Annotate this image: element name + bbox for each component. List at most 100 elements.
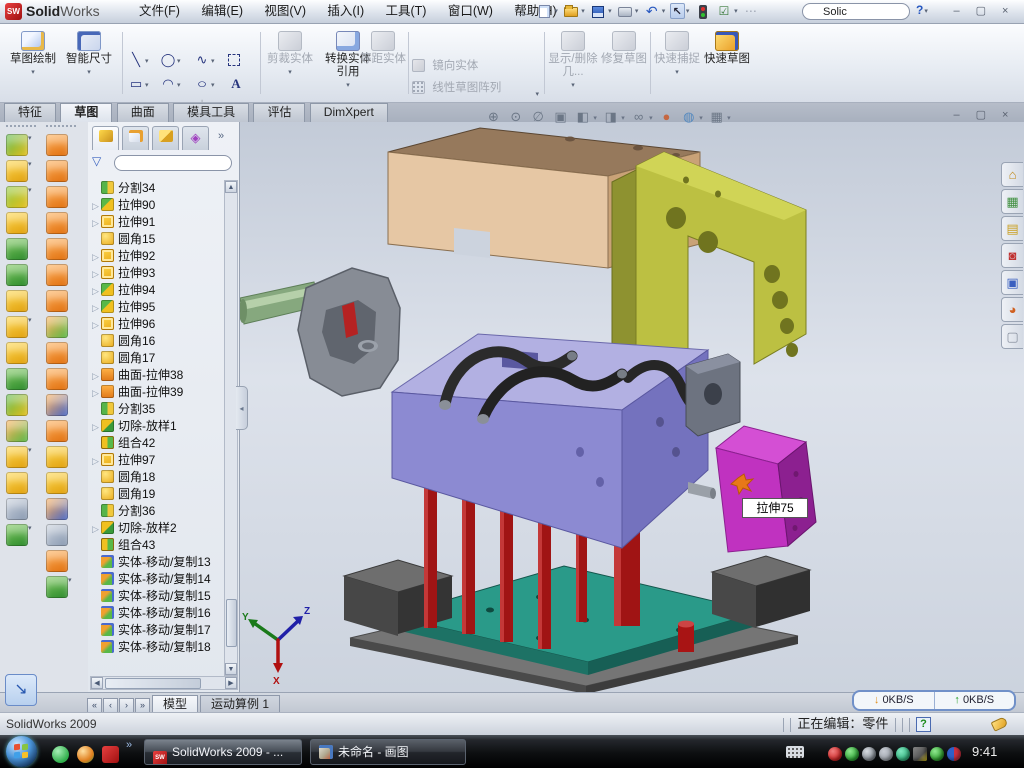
curve-icon[interactable]	[6, 524, 28, 546]
tree-item[interactable]: 组合42	[90, 435, 222, 452]
split-line-icon[interactable]	[46, 472, 68, 494]
reference-geometry-icon[interactable]	[6, 498, 28, 520]
nav-last-button[interactable]: »	[135, 698, 150, 713]
section-view-icon[interactable]: ▣	[551, 106, 570, 128]
taskbar-button-solidworks[interactable]: SWSolidWorks 2009 - ...	[144, 739, 302, 765]
options-icon[interactable]: ☑	[715, 3, 733, 19]
save-icon[interactable]	[589, 3, 607, 19]
extruded-boss-icon[interactable]	[6, 134, 28, 156]
move-surface-icon[interactable]	[46, 498, 68, 520]
swept-surface-icon[interactable]	[46, 134, 68, 156]
dome-icon[interactable]	[46, 576, 68, 598]
tray-volume-icon[interactable]	[879, 747, 893, 761]
expand-arrow[interactable]: ▷	[90, 453, 101, 470]
expand-arrow[interactable]: ▷	[90, 368, 101, 385]
input-language-icon[interactable]	[786, 746, 804, 758]
menu-tools[interactable]: 工具(T)	[377, 0, 436, 23]
expand-arrow[interactable]: ▷	[90, 385, 101, 402]
model-canvas[interactable]: Y Z X	[240, 122, 1024, 692]
line-tool-icon[interactable]: ╲	[128, 52, 144, 68]
tree-item[interactable]: ▷拉伸90	[90, 197, 222, 214]
taskpane-design-library-tab[interactable]: ▦	[1001, 189, 1023, 214]
tree-item[interactable]: 分割36	[90, 503, 222, 520]
menu-edit[interactable]: 编辑(E)	[192, 0, 252, 23]
expand-arrow[interactable]: ▷	[90, 419, 101, 436]
tree-item[interactable]: 实体-移动/复制17	[90, 622, 222, 639]
instant3d-button[interactable]: ↘	[5, 674, 37, 706]
quicklaunch-chevron[interactable]: »	[126, 739, 132, 751]
tree-item[interactable]: 分割34	[90, 180, 222, 197]
minimize-button[interactable]: –	[946, 4, 967, 20]
quicklaunch-app-icon[interactable]	[77, 746, 94, 763]
move-copy-body-icon[interactable]	[6, 420, 28, 442]
expand-arrow[interactable]: ▷	[90, 198, 101, 215]
tab-surfaces[interactable]: 曲面	[117, 103, 169, 122]
pin-toolbar-icon[interactable]: ⊥	[514, 3, 532, 19]
tab-dimxpert[interactable]: DimXpert	[310, 103, 388, 122]
filled-surface-icon[interactable]	[46, 238, 68, 260]
tree-item[interactable]: ▷曲面-拉伸39	[90, 384, 222, 401]
sketch-text-tool-icon[interactable]: A	[228, 76, 244, 92]
tree-item[interactable]: 实体-移动/复制14	[90, 571, 222, 588]
hide-show-items-icon[interactable]: ∞	[629, 106, 648, 128]
property-manager-tab[interactable]	[122, 126, 149, 150]
planar-surface-icon[interactable]	[46, 290, 68, 312]
tree-item[interactable]: 圆角18	[90, 469, 222, 486]
trim-surface-icon[interactable]	[46, 524, 68, 546]
configuration-manager-tab[interactable]	[152, 126, 179, 150]
circle-tool-icon[interactable]: ◯	[160, 52, 176, 68]
search-input[interactable]	[802, 3, 910, 20]
display-delete-relations-button[interactable]: 显示/删除几...▾	[548, 28, 598, 98]
thicken-icon[interactable]	[46, 446, 68, 468]
scroll-thumb[interactable]	[226, 599, 237, 647]
rebuild-icon[interactable]	[694, 3, 712, 19]
taskpane-file-explorer-tab[interactable]: ▤	[1001, 216, 1023, 241]
fillet-icon[interactable]	[6, 186, 28, 208]
open-document-icon[interactable]	[562, 3, 580, 19]
tray-connection-icon[interactable]	[896, 747, 910, 761]
expand-arrow[interactable]: ▷	[90, 283, 101, 300]
view-settings-icon[interactable]: ▦	[707, 106, 726, 128]
quicklaunch-messenger-icon[interactable]	[52, 746, 69, 763]
tree-item[interactable]: 实体-移动/复制15	[90, 588, 222, 605]
nav-prev-button[interactable]: ‹	[103, 698, 118, 713]
feature-manager-tab[interactable]	[92, 126, 119, 150]
tree-item[interactable]: ▷拉伸94	[90, 282, 222, 299]
tree-horizontal-scrollbar[interactable]: ◀ ▶	[90, 676, 238, 690]
mid-surface-icon[interactable]	[46, 264, 68, 286]
sketch-button[interactable]: 草图绘制▾	[6, 28, 60, 98]
expand-arrow[interactable]: ▷	[90, 317, 101, 334]
part-guide-block[interactable]	[686, 354, 740, 436]
magnified-selection-icon[interactable]: ∅	[529, 106, 548, 128]
start-button[interactable]	[6, 736, 37, 767]
tree-item[interactable]: 圆角15	[90, 231, 222, 248]
arc-tool-icon[interactable]: ◠	[160, 76, 176, 92]
expand-arrow[interactable]: ▷	[90, 249, 101, 266]
boundary-surface-icon[interactable]	[46, 212, 68, 234]
insert-part-icon[interactable]	[6, 446, 28, 468]
menu-view[interactable]: 视图(V)	[255, 0, 315, 23]
draft-icon[interactable]	[6, 264, 28, 286]
tree-item[interactable]: ▷拉伸91	[90, 214, 222, 231]
nav-next-button[interactable]: ›	[119, 698, 134, 713]
tree-filter-input[interactable]	[114, 155, 232, 171]
trim-entities-button[interactable]: 剪裁实体▾	[264, 28, 316, 98]
undo-icon[interactable]: ↶	[643, 3, 661, 19]
edit-appearance-icon[interactable]: ●	[657, 106, 676, 128]
smart-dimension-button[interactable]: 智能尺寸▾	[62, 28, 116, 98]
tree-item[interactable]: 实体-移动/复制16	[90, 605, 222, 622]
select-tool-button[interactable]: ↖	[670, 3, 685, 19]
expand-arrow[interactable]: ▷	[90, 300, 101, 317]
taskpane-appearances-tab[interactable]: ◕	[1001, 297, 1023, 322]
tree-item[interactable]: 组合43	[90, 537, 222, 554]
selection-box-tool-icon[interactable]	[228, 54, 240, 66]
scroll-up-button[interactable]: ▲	[225, 181, 237, 193]
tray-security-alert-icon[interactable]	[828, 747, 842, 761]
offset-entities-button[interactable]: 等距实体	[358, 28, 408, 98]
doc-close-button[interactable]: ×	[995, 108, 1016, 124]
tree-item[interactable]: ▷拉伸93	[90, 265, 222, 282]
lofted-surface-icon[interactable]	[46, 186, 68, 208]
spline-tool-icon[interactable]: ∿	[194, 52, 210, 68]
offset-surface-icon[interactable]	[46, 342, 68, 364]
extruded-cut-icon[interactable]	[6, 160, 28, 182]
